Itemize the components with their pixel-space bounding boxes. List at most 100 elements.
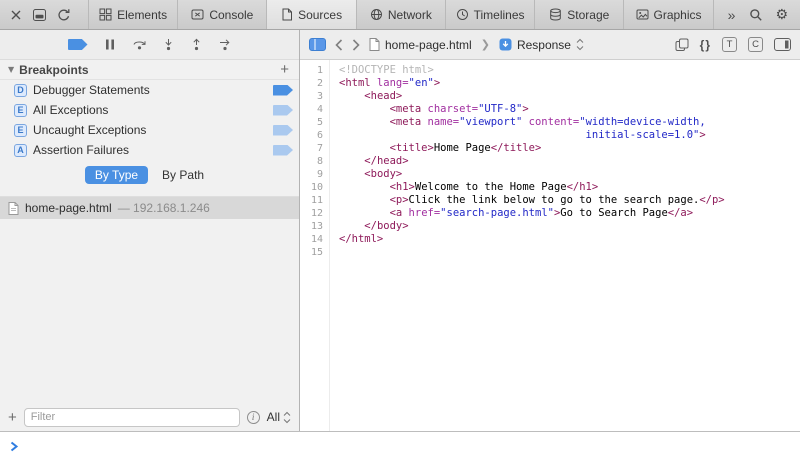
breakpoint-item-debugger-statements[interactable]: D Debugger Statements bbox=[0, 80, 299, 100]
by-path-button[interactable]: By Path bbox=[152, 166, 214, 184]
code-line[interactable]: <p>Click the link below to go to the sea… bbox=[339, 194, 800, 207]
line-number[interactable]: 2 bbox=[300, 77, 329, 90]
line-number[interactable]: 7 bbox=[300, 142, 329, 155]
add-resource-icon[interactable]: + bbox=[8, 410, 17, 425]
code-line[interactable]: <a href="search-page.html">Go to Search … bbox=[339, 207, 800, 220]
line-number[interactable]: 14 bbox=[300, 233, 329, 246]
navigation-sidebar-toggle-icon[interactable] bbox=[309, 38, 326, 51]
type-profiler-icon[interactable]: T bbox=[722, 37, 737, 52]
line-number[interactable]: 10 bbox=[300, 181, 329, 194]
tab-strip: Elements Console Sources Network bbox=[88, 0, 714, 29]
breadcrumb-file[interactable]: home-page.html bbox=[369, 38, 472, 52]
code-line[interactable]: <title>Home Page</title> bbox=[339, 142, 800, 155]
step-over-icon[interactable] bbox=[132, 38, 147, 51]
details-sidebar-toggle-icon[interactable] bbox=[774, 38, 791, 51]
code-line[interactable]: <meta charset="UTF-8"> bbox=[339, 103, 800, 116]
line-number[interactable]: 3 bbox=[300, 90, 329, 103]
breadcrumb-response[interactable]: Response bbox=[499, 38, 584, 52]
code-line[interactable]: </body> bbox=[339, 220, 800, 233]
line-number[interactable]: 8 bbox=[300, 155, 329, 168]
code-line[interactable]: <head> bbox=[339, 90, 800, 103]
more-tabs-icon[interactable]: » bbox=[726, 7, 738, 23]
resource-item-home-page[interactable]: home-page.html — 192.168.1.246 bbox=[0, 197, 299, 219]
code-lines: <!DOCTYPE html><html lang="en"> <head> <… bbox=[330, 60, 800, 431]
tab-label: Elements bbox=[117, 8, 167, 22]
graphics-image-icon bbox=[636, 8, 649, 21]
tab-sources[interactable]: Sources bbox=[267, 0, 356, 29]
console-icon bbox=[191, 8, 204, 21]
line-number[interactable]: 6 bbox=[300, 129, 329, 142]
tab-console[interactable]: Console bbox=[178, 0, 267, 29]
breakpoints-section-title: Breakpoints bbox=[19, 63, 273, 77]
tab-label: Sources bbox=[298, 8, 342, 22]
breakpoint-flag-icon[interactable] bbox=[273, 145, 293, 156]
line-number[interactable]: 9 bbox=[300, 168, 329, 181]
reload-icon[interactable] bbox=[57, 8, 71, 22]
line-number[interactable]: 12 bbox=[300, 207, 329, 220]
tab-label: Console bbox=[209, 8, 253, 22]
breakpoint-flag-icon[interactable] bbox=[273, 85, 293, 96]
window-controls bbox=[0, 0, 88, 29]
line-number[interactable]: 11 bbox=[300, 194, 329, 207]
tab-timelines[interactable]: Timelines bbox=[446, 0, 535, 29]
breakpoints-toggle-icon[interactable] bbox=[68, 39, 88, 50]
search-icon[interactable] bbox=[749, 8, 763, 22]
gear-icon[interactable]: ⚙ bbox=[775, 8, 788, 22]
tab-bar-controls: » ⚙ bbox=[714, 0, 800, 29]
inspector-tab-bar: Elements Console Sources Network bbox=[0, 0, 800, 30]
forward-icon[interactable] bbox=[352, 39, 360, 51]
code-line[interactable]: <body> bbox=[339, 168, 800, 181]
filter-input[interactable] bbox=[24, 408, 240, 427]
breakpoint-flag-icon[interactable] bbox=[273, 125, 293, 136]
resource-host: — 192.168.1.246 bbox=[118, 201, 210, 215]
code-line[interactable]: </html> bbox=[339, 233, 800, 246]
line-number[interactable]: 15 bbox=[300, 246, 329, 259]
code-line[interactable] bbox=[339, 246, 800, 259]
tab-label: Graphics bbox=[654, 8, 702, 22]
close-icon[interactable] bbox=[10, 9, 22, 21]
breakpoint-item-uncaught-exceptions[interactable]: E Uncaught Exceptions bbox=[0, 120, 299, 140]
tab-network[interactable]: Network bbox=[357, 0, 446, 29]
code-line[interactable]: <!DOCTYPE html> bbox=[339, 64, 800, 77]
step-into-icon[interactable] bbox=[162, 38, 175, 51]
line-number[interactable]: 5 bbox=[300, 116, 329, 129]
debugger-toolbar bbox=[0, 30, 299, 60]
line-number[interactable]: 1 bbox=[300, 64, 329, 77]
by-type-button[interactable]: By Type bbox=[85, 166, 148, 184]
line-number[interactable]: 4 bbox=[300, 103, 329, 116]
step-out-icon[interactable] bbox=[190, 38, 203, 51]
scope-dropdown[interactable]: All bbox=[267, 410, 291, 424]
breakpoint-flag-icon[interactable] bbox=[273, 105, 293, 116]
step-next-icon[interactable] bbox=[218, 38, 232, 51]
pause-icon[interactable] bbox=[103, 38, 117, 51]
code-coverage-icon[interactable]: C bbox=[748, 37, 763, 52]
quick-console[interactable] bbox=[0, 431, 800, 461]
breakpoint-item-all-exceptions[interactable]: E All Exceptions bbox=[0, 100, 299, 120]
document-icon bbox=[8, 202, 19, 215]
tab-elements[interactable]: Elements bbox=[89, 0, 178, 29]
code-line[interactable]: </head> bbox=[339, 155, 800, 168]
back-icon[interactable] bbox=[335, 39, 343, 51]
line-number[interactable]: 13 bbox=[300, 220, 329, 233]
code-line[interactable]: <h1>Welcome to the Home Page</h1> bbox=[339, 181, 800, 194]
code-line[interactable]: initial-scale=1.0"> bbox=[339, 129, 800, 142]
content-nav-actions: {} T C bbox=[675, 37, 791, 52]
code-editor[interactable]: 123456789101112131415 <!DOCTYPE html><ht… bbox=[300, 60, 800, 431]
info-icon[interactable]: i bbox=[247, 411, 260, 424]
content-navigation-bar: home-page.html ❯ Response {} T C bbox=[300, 30, 800, 60]
code-line[interactable]: <html lang="en"> bbox=[339, 77, 800, 90]
uncaught-exceptions-badge-icon: E bbox=[14, 124, 27, 137]
tab-graphics[interactable]: Graphics bbox=[624, 0, 713, 29]
add-breakpoint-icon[interactable]: + bbox=[278, 62, 291, 77]
pretty-print-icon[interactable]: {} bbox=[700, 38, 711, 52]
debugger-statements-badge-icon: D bbox=[14, 84, 27, 97]
all-exceptions-badge-icon: E bbox=[14, 104, 27, 117]
sidebar-empty-area bbox=[0, 219, 299, 403]
dock-icon[interactable] bbox=[33, 9, 46, 21]
disclosure-triangle-icon[interactable]: ▼ bbox=[8, 65, 14, 74]
breakpoint-item-assertion-failures[interactable]: A Assertion Failures bbox=[0, 140, 299, 160]
code-line[interactable]: <meta name="viewport" content="width=dev… bbox=[339, 116, 800, 129]
copy-icon[interactable] bbox=[675, 38, 689, 52]
tab-storage[interactable]: Storage bbox=[535, 0, 624, 29]
sidebar-filter-bar: + i All bbox=[0, 403, 299, 431]
